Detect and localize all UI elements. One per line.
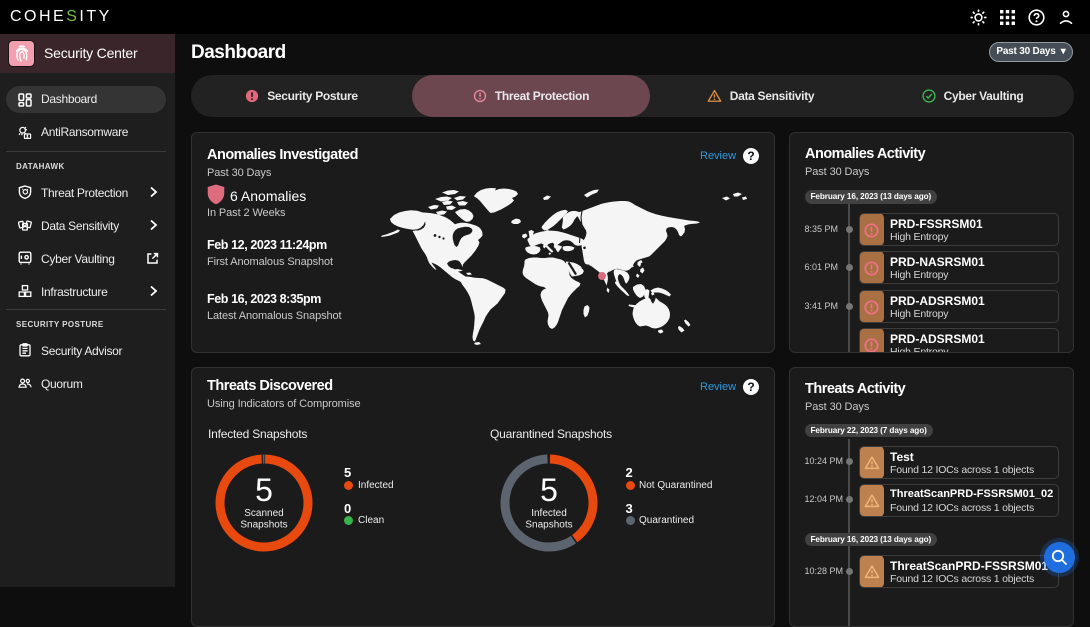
svg-text:Snapshots: Snapshots xyxy=(241,520,288,531)
svg-text:Snapshots: Snapshots xyxy=(525,520,572,531)
svg-text:5: 5 xyxy=(255,472,273,508)
svg-text:Infected: Infected xyxy=(531,508,567,519)
svg-text:Scanned: Scanned xyxy=(245,508,284,519)
svg-text:5: 5 xyxy=(540,472,558,508)
